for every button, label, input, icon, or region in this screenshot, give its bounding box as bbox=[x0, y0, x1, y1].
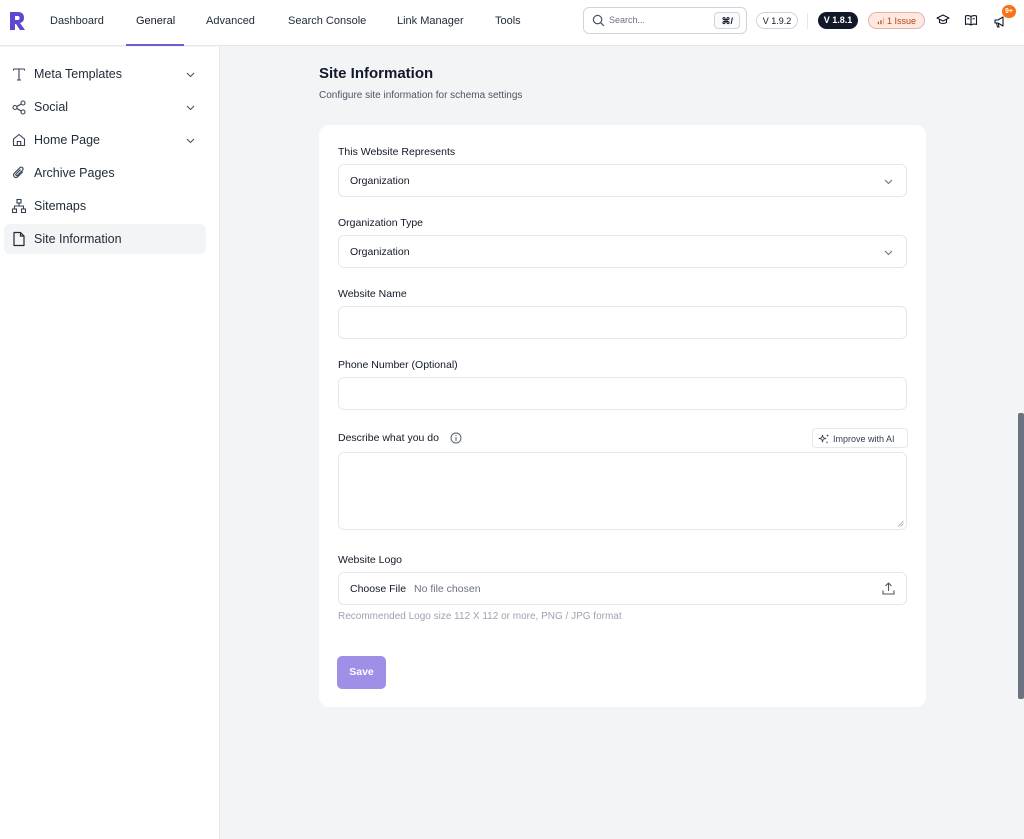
active-tab-indicator bbox=[126, 44, 184, 46]
save-button[interactable]: Save bbox=[337, 656, 386, 689]
share-icon bbox=[12, 100, 26, 115]
issues-label: 1 Issue bbox=[886, 16, 917, 26]
sidebar-item-sitemaps[interactable]: Sitemaps bbox=[4, 191, 206, 221]
sitemap-icon bbox=[11, 198, 27, 214]
sidebar-item-site-information[interactable]: Site Information bbox=[4, 224, 206, 254]
sidebar: Meta Templates Social Home Page Archive … bbox=[0, 47, 220, 839]
sidebar-item-label: Home Page bbox=[34, 133, 101, 147]
choose-file-button[interactable]: Choose File bbox=[350, 583, 406, 595]
sidebar-item-label: Meta Templates bbox=[34, 67, 123, 81]
divider bbox=[807, 13, 808, 29]
tab-advanced[interactable]: Advanced bbox=[206, 0, 255, 46]
search-input[interactable]: Search... ⌘/ bbox=[583, 7, 747, 34]
logo-hint: Recommended Logo size 112 X 112 or more,… bbox=[338, 611, 622, 622]
chevron-down-icon bbox=[186, 138, 195, 144]
paperclip-icon bbox=[12, 166, 24, 179]
search-shortcut: ⌘/ bbox=[714, 12, 740, 29]
file-status: No file chosen bbox=[414, 583, 481, 595]
file-icon bbox=[13, 231, 25, 247]
website-name-label: Website Name bbox=[338, 288, 407, 300]
info-icon[interactable] bbox=[450, 432, 462, 444]
chevron-down-icon bbox=[186, 72, 195, 78]
tab-link-manager[interactable]: Link Manager bbox=[397, 0, 464, 46]
describe-label: Describe what you do bbox=[338, 432, 439, 444]
tab-search-console[interactable]: Search Console bbox=[288, 0, 366, 46]
sidebar-item-social[interactable]: Social bbox=[4, 92, 206, 122]
select-value: Organization bbox=[350, 175, 410, 187]
academy-icon[interactable] bbox=[936, 13, 950, 27]
website-logo-label: Website Logo bbox=[338, 554, 403, 566]
website-represents-label: This Website Represents bbox=[338, 146, 456, 158]
app-logo-icon[interactable] bbox=[8, 11, 26, 31]
tab-general[interactable]: General bbox=[136, 0, 175, 46]
notification-badge: 9+ bbox=[1002, 5, 1016, 18]
tab-tools[interactable]: Tools bbox=[495, 0, 521, 46]
issues-badge[interactable]: 1 Issue bbox=[868, 12, 925, 29]
upload-icon[interactable] bbox=[881, 581, 896, 596]
website-represents-select[interactable]: Organization bbox=[338, 164, 907, 197]
phone-number-input[interactable] bbox=[338, 377, 907, 410]
sidebar-item-archive-pages[interactable]: Archive Pages bbox=[4, 158, 206, 188]
sidebar-item-label: Sitemaps bbox=[34, 199, 87, 213]
sidebar-item-label: Social bbox=[34, 100, 69, 114]
search-placeholder: Search... bbox=[609, 15, 646, 25]
chevron-down-icon bbox=[884, 250, 893, 256]
sidebar-item-label: Archive Pages bbox=[34, 166, 115, 180]
phone-number-label: Phone Number (Optional) bbox=[338, 359, 458, 371]
pro-version-badge[interactable]: V 1.8.1 bbox=[818, 12, 858, 29]
website-name-input[interactable] bbox=[338, 306, 907, 339]
scrollbar[interactable] bbox=[1018, 413, 1024, 699]
organization-type-label: Organization Type bbox=[338, 217, 424, 229]
resize-handle-icon[interactable] bbox=[897, 520, 904, 527]
search-icon bbox=[592, 14, 605, 27]
page-title: Site Information bbox=[319, 65, 434, 82]
improve-with-ai-button[interactable]: Improve with AI bbox=[812, 428, 908, 448]
select-value: Organization bbox=[350, 246, 410, 258]
chevron-down-icon bbox=[186, 105, 195, 111]
signal-icon bbox=[877, 17, 885, 25]
top-navigation: Dashboard General Advanced Search Consol… bbox=[0, 0, 1024, 46]
sidebar-item-meta-templates[interactable]: Meta Templates bbox=[4, 59, 206, 89]
describe-textarea[interactable] bbox=[338, 452, 907, 530]
organization-type-select[interactable]: Organization bbox=[338, 235, 907, 268]
chevron-down-icon bbox=[884, 179, 893, 185]
website-logo-file-input[interactable]: Choose File No file chosen bbox=[338, 572, 907, 605]
version-badge[interactable]: V 1.9.2 bbox=[756, 12, 798, 29]
sidebar-item-label: Site Information bbox=[34, 232, 122, 246]
improve-with-ai-label: Improve with AI bbox=[833, 434, 895, 444]
tab-dashboard[interactable]: Dashboard bbox=[50, 0, 104, 46]
book-icon[interactable] bbox=[964, 13, 978, 27]
sparkle-icon bbox=[818, 434, 829, 444]
text-icon bbox=[12, 68, 26, 81]
sidebar-item-home-page[interactable]: Home Page bbox=[4, 125, 206, 155]
home-icon bbox=[12, 133, 26, 147]
page-subtitle: Configure site information for schema se… bbox=[319, 90, 523, 101]
